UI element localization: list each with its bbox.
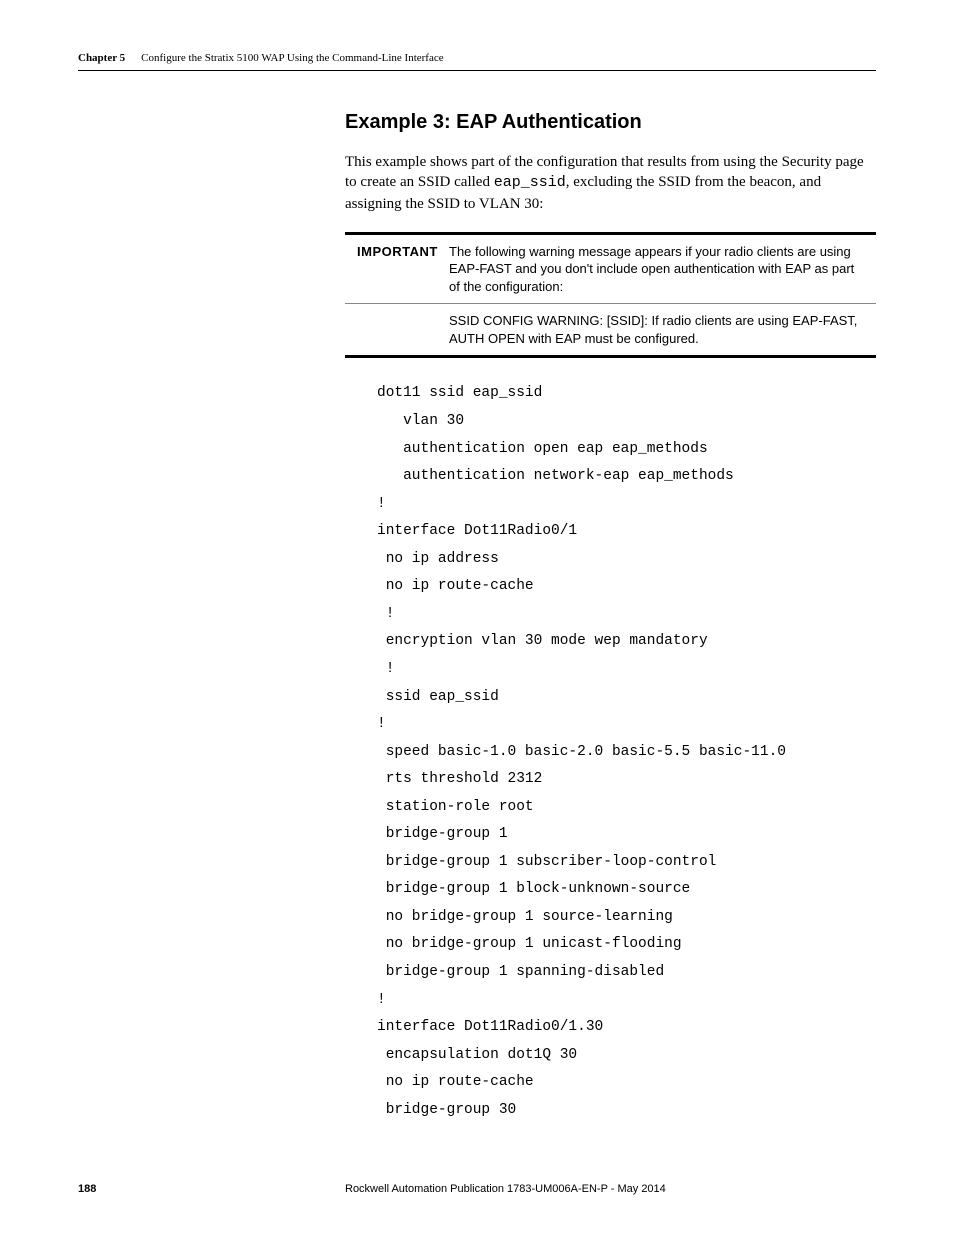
- paragraph-code: eap_ssid: [494, 174, 566, 191]
- header-line: Chapter 5 Configure the Stratix 5100 WAP…: [78, 52, 876, 64]
- important-row-1: IMPORTANT The following warning message …: [345, 235, 876, 305]
- important-text-2: SSID CONFIG WARNING: [SSID]: If radio cl…: [449, 312, 868, 347]
- important-row-2: SSID CONFIG WARNING: [SSID]: If radio cl…: [345, 304, 876, 355]
- page-footer: 188 Rockwell Automation Publication 1783…: [78, 1183, 876, 1195]
- chapter-label: Chapter 5: [78, 52, 125, 64]
- footer-publication: Rockwell Automation Publication 1783-UM0…: [345, 1183, 876, 1195]
- code-block: dot11 ssid eap_ssid vlan 30 authenticati…: [377, 380, 876, 1124]
- page-number: 188: [78, 1183, 345, 1195]
- content-area: Example 3: EAP Authentication This examp…: [345, 111, 954, 1124]
- important-label: IMPORTANT: [357, 243, 449, 296]
- important-text-1: The following warning message appears if…: [449, 243, 868, 296]
- important-box: IMPORTANT The following warning message …: [345, 232, 876, 359]
- intro-paragraph: This example shows part of the configura…: [345, 152, 876, 214]
- chapter-title: Configure the Stratix 5100 WAP Using the…: [141, 52, 443, 64]
- page-header: Chapter 5 Configure the Stratix 5100 WAP…: [0, 0, 954, 71]
- header-rule: [78, 70, 876, 71]
- section-heading: Example 3: EAP Authentication: [345, 111, 876, 134]
